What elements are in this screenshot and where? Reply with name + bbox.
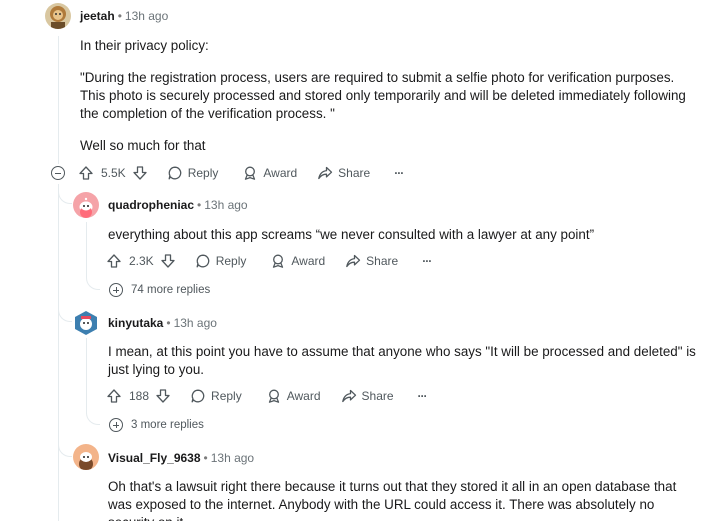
timestamp[interactable]: 13h ago (174, 316, 217, 330)
comment-paragraph: "During the registration process, users … (80, 70, 686, 121)
separator: • (203, 451, 208, 465)
comment-meta: jeetah • 13h ago (80, 8, 168, 24)
award-icon (245, 166, 256, 180)
comment-body: I mean, at this point you have to assume… (108, 343, 698, 379)
more-options-button[interactable]: ··· (394, 166, 404, 180)
timestamp[interactable]: 13h ago (125, 9, 168, 23)
reply-button[interactable]: Reply (167, 165, 219, 181)
speech-bubble-icon (196, 254, 210, 268)
more-options-button[interactable]: ··· (422, 254, 432, 268)
upvote-button[interactable] (78, 165, 94, 181)
comment-body: everything about this app screams “we ne… (108, 226, 698, 244)
award-icon (268, 389, 279, 403)
avatar[interactable] (73, 192, 99, 218)
downvote-icon (161, 254, 175, 268)
award-label: Award (263, 166, 298, 180)
reply-label: Reply (211, 389, 242, 403)
downvote-icon (133, 166, 147, 180)
thread-branch (58, 190, 72, 204)
avatar[interactable] (45, 3, 71, 29)
separator: • (117, 9, 122, 23)
username[interactable]: jeetah (80, 9, 115, 23)
more-options-button[interactable]: ··· (418, 389, 428, 403)
comment-meta: quadropheniac • 13h ago (108, 197, 248, 213)
avatar[interactable] (73, 444, 99, 470)
upvote-button[interactable] (106, 253, 122, 269)
comment-body: In their privacy policy: "During the reg… (80, 37, 690, 155)
separator: • (166, 316, 171, 330)
thread-branch (86, 411, 100, 425)
share-label: Share (361, 389, 394, 403)
more-replies-button[interactable]: 74 more replies (109, 283, 210, 297)
timestamp[interactable]: 13h ago (204, 198, 247, 212)
comment-meta: Visual_Fly_9638 • 13h ago (108, 450, 254, 466)
plus-circle-icon (109, 418, 123, 432)
comment-paragraph: everything about this app screams “we ne… (108, 227, 595, 242)
share-icon (318, 166, 333, 180)
upvote-icon (79, 166, 93, 180)
comment-paragraph: Oh that's a lawsuit right there because … (108, 479, 677, 521)
downvote-button[interactable] (155, 388, 171, 404)
share-label: Share (338, 166, 371, 180)
upvote-icon (107, 254, 121, 268)
award-icon (273, 254, 284, 268)
speech-bubble-icon (191, 389, 205, 403)
vote-count: 188 (129, 389, 150, 403)
more-replies-label: 3 more replies (131, 419, 204, 431)
upvote-icon (107, 389, 121, 403)
reply-label: Reply (215, 254, 247, 268)
separator: • (197, 198, 202, 212)
timestamp[interactable]: 13h ago (211, 451, 254, 465)
thread-branch (58, 308, 72, 322)
comment-actions: 5.5K Reply Award Share ··· (78, 163, 404, 183)
thread-line-reply-1 (86, 222, 87, 278)
comment-meta: kinyutaka • 13h ago (108, 315, 217, 331)
reply-label: Reply (187, 166, 219, 180)
downvote-icon (156, 389, 170, 403)
username[interactable]: quadropheniac (108, 198, 194, 212)
award-label: Award (286, 389, 321, 403)
comment-paragraph: Well so much for that (80, 138, 206, 153)
share-button[interactable]: Share (317, 165, 370, 181)
reply-button[interactable]: Reply (190, 388, 242, 404)
comment-actions: 2.3K Reply Award Share ··· (106, 251, 432, 271)
thread-branch (58, 443, 72, 457)
comment-body: Oh that's a lawsuit right there because … (108, 478, 700, 521)
comment-actions: 188 Reply Award Share ··· (106, 386, 428, 406)
award-label: Award (291, 254, 326, 268)
collapse-thread-button[interactable] (51, 166, 65, 180)
award-button[interactable]: Award (266, 388, 321, 404)
award-button[interactable]: Award (270, 253, 325, 269)
thread-line-root (58, 36, 59, 164)
username[interactable]: Visual_Fly_9638 (108, 451, 201, 465)
avatar[interactable] (73, 310, 99, 336)
share-icon (341, 389, 356, 403)
downvote-button[interactable] (160, 253, 176, 269)
award-button[interactable]: Award (242, 165, 297, 181)
upvote-button[interactable] (106, 388, 122, 404)
comment-paragraph: In their privacy policy: (80, 38, 209, 53)
thread-line-main (58, 184, 59, 521)
share-button[interactable]: Share (341, 388, 394, 404)
share-label: Share (366, 254, 399, 268)
thread-branch (86, 276, 100, 290)
vote-count: 2.3K (129, 254, 154, 268)
downvote-button[interactable] (132, 165, 148, 181)
more-replies-button[interactable]: 3 more replies (109, 418, 204, 432)
speech-bubble-icon (168, 166, 182, 180)
more-replies-label: 74 more replies (131, 284, 211, 296)
share-button[interactable]: Share (345, 253, 398, 269)
username[interactable]: kinyutaka (108, 316, 163, 330)
thread-line-reply-2 (86, 338, 87, 414)
share-icon (346, 254, 361, 268)
reply-button[interactable]: Reply (195, 253, 247, 269)
vote-count: 5.5K (101, 166, 126, 180)
plus-circle-icon (109, 283, 123, 297)
comment-paragraph: I mean, at this point you have to assume… (108, 344, 696, 377)
